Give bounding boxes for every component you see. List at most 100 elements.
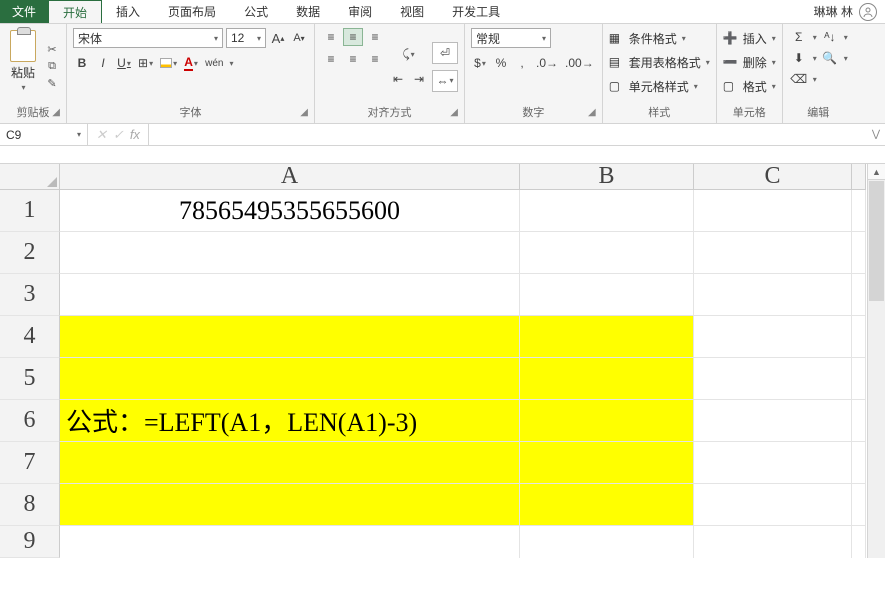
cell-C6[interactable] [694, 400, 852, 442]
dialog-launcher-icon[interactable]: ◢ [300, 105, 308, 121]
row-header-4[interactable]: 4 [0, 316, 60, 358]
number-format-select[interactable]: 常规▾ [471, 28, 551, 48]
conditional-format-button[interactable]: ▦条件格式▾ [609, 28, 710, 48]
cell-A2[interactable] [60, 232, 520, 274]
format-cells-button[interactable]: ▢格式▾ [723, 76, 776, 96]
delete-cells-button[interactable]: ➖删除▾ [723, 52, 776, 72]
cell-B4[interactable] [520, 316, 694, 358]
cell-D8[interactable] [852, 484, 866, 526]
cell-A7[interactable] [60, 442, 520, 484]
dialog-launcher-icon[interactable]: ◢ [450, 105, 458, 121]
increase-indent-icon[interactable]: ⇥ [410, 70, 428, 88]
tab-view[interactable]: 视图 [386, 0, 438, 23]
scroll-up-icon[interactable]: ▲ [868, 164, 885, 180]
sort-filter-icon[interactable]: ᴬ↓ [820, 28, 840, 46]
cell-D7[interactable] [852, 442, 866, 484]
dialog-launcher-icon[interactable]: ◢ [52, 105, 60, 121]
cell-A8[interactable] [60, 484, 520, 526]
fill-button-icon[interactable]: ⬇ [789, 49, 809, 67]
orientation-icon[interactable]: ⤹▾ [400, 46, 418, 64]
cell-B3[interactable] [520, 274, 694, 316]
row-header-5[interactable]: 5 [0, 358, 60, 400]
italic-button[interactable]: I [94, 54, 112, 72]
row-header-3[interactable]: 3 [0, 274, 60, 316]
select-all-corner[interactable] [0, 164, 60, 190]
cell-D1[interactable] [852, 190, 866, 232]
cell-D4[interactable] [852, 316, 866, 358]
cell-C7[interactable] [694, 442, 852, 484]
format-as-table-button[interactable]: ▤套用表格格式▾ [609, 52, 710, 72]
row-header-6[interactable]: 6 [0, 400, 60, 442]
cancel-formula-icon[interactable]: ✕ [96, 127, 107, 143]
fx-icon[interactable]: fx [130, 127, 140, 142]
expand-formula-bar-icon[interactable]: ⋁ [867, 124, 885, 145]
cut-icon[interactable]: ✂ [44, 43, 60, 57]
align-left-icon[interactable]: ≡ [321, 50, 341, 68]
cell-C9[interactable] [694, 526, 852, 558]
cell-B5[interactable] [520, 358, 694, 400]
tab-page-layout[interactable]: 页面布局 [154, 0, 230, 23]
tab-review[interactable]: 审阅 [334, 0, 386, 23]
cell-D2[interactable] [852, 232, 866, 274]
tab-data[interactable]: 数据 [282, 0, 334, 23]
font-color-button[interactable]: A▾ [182, 54, 200, 72]
align-right-icon[interactable]: ≡ [365, 50, 385, 68]
align-top-icon[interactable]: ≡ [321, 28, 341, 46]
cell-C2[interactable] [694, 232, 852, 274]
cell-D6[interactable] [852, 400, 866, 442]
decrease-decimal-icon[interactable]: .00→ [563, 54, 596, 72]
cell-B9[interactable] [520, 526, 694, 558]
percent-format-icon[interactable]: % [492, 54, 510, 72]
clear-button-icon[interactable]: ⌫ [789, 70, 809, 88]
cell-D9[interactable] [852, 526, 866, 558]
col-header-D[interactable] [852, 164, 866, 190]
tab-developer[interactable]: 开发工具 [438, 0, 514, 23]
col-header-B[interactable]: B [520, 164, 694, 190]
find-select-icon[interactable]: 🔍 [820, 49, 840, 67]
vertical-scrollbar[interactable]: ▲ [867, 164, 885, 558]
border-button[interactable]: ⊞▾ [136, 54, 155, 72]
merge-center-button[interactable]: ⇔▾ [432, 70, 458, 92]
row-header-2[interactable]: 2 [0, 232, 60, 274]
scroll-thumb[interactable] [869, 181, 884, 301]
cell-A4[interactable] [60, 316, 520, 358]
phonetic-button[interactable]: wén [203, 54, 225, 72]
row-header-9[interactable]: 9 [0, 526, 60, 558]
align-center-icon[interactable]: ≡ [343, 50, 363, 68]
user-avatar-icon[interactable] [859, 3, 877, 21]
insert-cells-button[interactable]: ➕插入▾ [723, 28, 776, 48]
wrap-text-button[interactable]: ⏎ [432, 42, 458, 64]
cell-C8[interactable] [694, 484, 852, 526]
cell-C1[interactable] [694, 190, 852, 232]
bold-button[interactable]: B [73, 54, 91, 72]
menu-file[interactable]: 文件 [0, 0, 48, 23]
fill-color-button[interactable]: ▾ [158, 54, 179, 72]
cell-B7[interactable] [520, 442, 694, 484]
increase-font-icon[interactable]: A▴ [269, 29, 287, 47]
cell-styles-button[interactable]: ▢单元格样式▾ [609, 76, 710, 96]
tab-formulas[interactable]: 公式 [230, 0, 282, 23]
accounting-format-icon[interactable]: $▾ [471, 54, 489, 72]
dialog-launcher-icon[interactable]: ◢ [588, 105, 596, 121]
decrease-font-icon[interactable]: A▾ [290, 29, 308, 47]
comma-format-icon[interactable]: , [513, 54, 531, 72]
underline-button[interactable]: U▾ [115, 54, 133, 72]
tab-home[interactable]: 开始 [48, 0, 102, 23]
col-header-A[interactable]: A [60, 164, 520, 190]
font-name-select[interactable]: 宋体▾ [73, 28, 223, 48]
formula-input[interactable] [149, 124, 867, 145]
cell-D5[interactable] [852, 358, 866, 400]
cell-A5[interactable] [60, 358, 520, 400]
align-bottom-icon[interactable]: ≡ [365, 28, 385, 46]
row-header-8[interactable]: 8 [0, 484, 60, 526]
row-header-1[interactable]: 1 [0, 190, 60, 232]
font-size-select[interactable]: 12▾ [226, 28, 266, 48]
cell-C5[interactable] [694, 358, 852, 400]
cell-C3[interactable] [694, 274, 852, 316]
cell-D3[interactable] [852, 274, 866, 316]
align-middle-icon[interactable]: ≡ [343, 28, 363, 46]
increase-decimal-icon[interactable]: .0→ [534, 54, 560, 72]
paste-button[interactable]: 粘贴 ▾ [6, 28, 40, 105]
cell-A6[interactable]: 公式：=LEFT(A1，LEN(A1)-3) [60, 400, 520, 442]
name-box[interactable]: C9▾ [0, 124, 88, 145]
